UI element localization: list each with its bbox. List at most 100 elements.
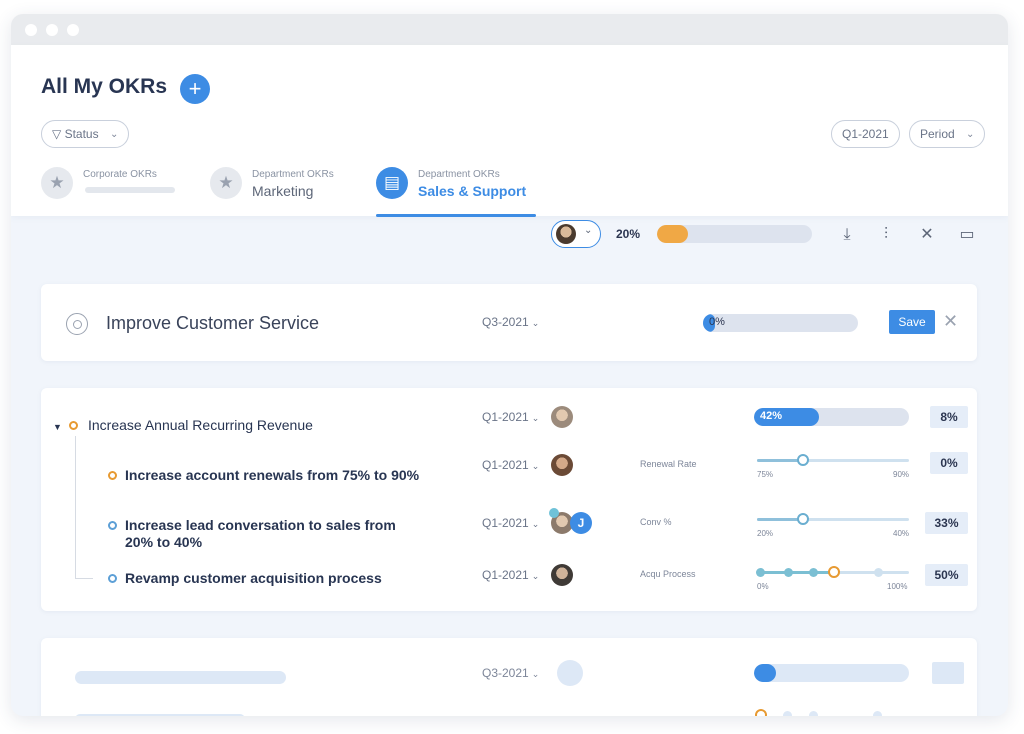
document-icon: ▤ — [376, 167, 408, 199]
avatar — [556, 224, 576, 244]
owner-filter-dropdown[interactable]: ⌄ — [551, 220, 601, 248]
star-icon: ★ — [210, 167, 242, 199]
avatar[interactable] — [551, 406, 573, 428]
comment-icon[interactable]: ▭ — [954, 222, 980, 248]
milestone-dot — [809, 711, 818, 716]
page-title: All My OKRs — [41, 75, 168, 98]
kr-max-label: 90% — [893, 470, 910, 479]
chevron-down-icon: ⌄ — [109, 129, 119, 140]
objective-progress-label: 42% — [760, 410, 783, 422]
kr-slider-track[interactable] — [757, 454, 909, 466]
kr-title-line2[interactable]: 20% to 40% — [125, 534, 202, 551]
chevron-down-icon: ⌄ — [531, 413, 540, 423]
kr-metric-label: Acqu Process — [640, 569, 696, 579]
loading-progress-fill — [754, 664, 776, 682]
milestone-dot[interactable] — [809, 568, 818, 577]
window-dot-maximize[interactable] — [67, 24, 79, 36]
milestone-dot[interactable] — [756, 568, 765, 577]
overall-progress-label: 20% — [616, 227, 641, 241]
overall-progress-fill — [657, 225, 688, 243]
window-titlebar — [11, 14, 1008, 45]
kr-title[interactable]: Increase account renewals from 75% to 90… — [125, 467, 419, 484]
objective-period-dropdown[interactable]: Q3-2021 ⌄ — [482, 315, 539, 329]
kr-min-label: 20% — [757, 529, 774, 538]
window-dot-close[interactable] — [25, 24, 37, 36]
kr-milestone-track — [756, 566, 909, 578]
objective-progress-bar: 0% — [703, 314, 858, 332]
tab-marketing[interactable]: ★ Department OKRs Marketing — [210, 165, 360, 217]
target-icon — [66, 313, 88, 335]
period-dropdown[interactable]: Period ⌄ — [909, 120, 986, 148]
quarter-selector[interactable]: Q1-2021 — [831, 120, 900, 148]
loading-progress-bar — [754, 664, 909, 682]
objective-edit-card: Improve Customer Service Q3-2021 ⌄ 0% Sav… — [41, 284, 977, 361]
status-filter-dropdown[interactable]: ▽ Status ⌄ — [41, 120, 130, 148]
objective-period-dropdown[interactable]: Q1-2021 ⌄ — [482, 410, 539, 424]
kr-badge: 33% — [925, 512, 968, 534]
avatar[interactable]: J — [570, 512, 592, 534]
kr-period-dropdown[interactable]: Q1-2021 ⌄ — [482, 568, 539, 582]
chart-icon[interactable]: ⫶ — [873, 222, 899, 248]
star-icon: ★ — [41, 167, 73, 199]
kr-badge: 0% — [930, 452, 968, 474]
collapse-icon[interactable]: ✕ — [914, 222, 940, 248]
overall-progress-bar — [657, 225, 812, 243]
kr-status-dot — [108, 574, 117, 583]
kr-min-label: 0% — [757, 582, 769, 591]
tab-corporate-okrs[interactable]: ★ Corporate OKRs — [41, 165, 191, 217]
tab-sales-type: Department OKRs — [418, 169, 500, 180]
milestone-current-dot — [755, 709, 767, 716]
avatar[interactable] — [551, 564, 573, 586]
kr-metric-label: Conv % — [640, 517, 672, 527]
kr-slider-knob[interactable] — [797, 513, 809, 525]
tab-corporate-placeholder — [85, 187, 175, 193]
tab-sales-support[interactable]: ▤ Department OKRs Sales & Support — [376, 165, 538, 217]
avatar[interactable] — [551, 454, 573, 476]
objective-title-input[interactable]: Improve Customer Service — [106, 313, 319, 334]
loading-badge — [932, 662, 964, 684]
objective-card: ▼ Increase Annual Recurring Revenue Q1-2… — [41, 388, 977, 611]
tab-corporate-label: Corporate OKRs — [83, 169, 157, 180]
objective-status-dot — [69, 421, 78, 430]
kr-max-label: 40% — [893, 529, 910, 538]
download-icon[interactable]: ⤓ — [834, 222, 860, 248]
kr-slider-track[interactable] — [757, 513, 909, 525]
kr-title[interactable]: Increase lead conversation to sales from — [125, 517, 396, 534]
loading-period-dropdown[interactable]: Q3-2021 ⌄ — [482, 666, 539, 680]
tab-marketing-label: Marketing — [252, 183, 314, 199]
collapse-caret-icon[interactable]: ▼ — [53, 422, 62, 432]
chevron-down-icon: ⌄ — [584, 225, 593, 236]
app-window: All My OKRs + ▽ Status ⌄ Q1-2021 Period … — [11, 14, 1008, 716]
loading-title-placeholder — [75, 714, 245, 716]
save-button[interactable]: Save — [889, 310, 935, 334]
quarter-label: Q1-2021 — [842, 127, 889, 141]
kr-status-dot — [108, 521, 117, 530]
objective-title[interactable]: Increase Annual Recurring Revenue — [88, 417, 313, 434]
tree-connector-end — [75, 578, 93, 579]
kr-min-label: 75% — [757, 470, 774, 479]
avatar-status-indicator — [549, 508, 559, 518]
window-dot-minimize[interactable] — [46, 24, 58, 36]
kr-slider-knob[interactable] — [797, 454, 809, 466]
milestone-dot[interactable] — [874, 568, 883, 577]
kr-period-dropdown[interactable]: Q1-2021 ⌄ — [482, 458, 539, 472]
add-okr-button[interactable]: + — [180, 74, 210, 104]
milestone-current-dot[interactable] — [828, 566, 840, 578]
status-filter-label: Status — [64, 127, 99, 141]
filter-icon: ▽ — [52, 127, 62, 141]
milestone-dot[interactable] — [784, 568, 793, 577]
chevron-down-icon: ⌄ — [531, 461, 540, 471]
loading-title-placeholder — [75, 671, 286, 684]
tree-connector — [75, 436, 76, 578]
kr-title[interactable]: Revamp customer acquisition process — [125, 570, 382, 587]
kr-period-dropdown[interactable]: Q1-2021 ⌄ — [482, 516, 539, 530]
close-icon[interactable]: ✕ — [943, 311, 958, 332]
avatar-placeholder — [557, 660, 583, 686]
kr-milestone-fill — [757, 571, 835, 574]
loading-objective-card: Q3-2021 ⌄ — [41, 638, 977, 716]
chevron-down-icon: ⌄ — [531, 669, 540, 679]
kr-status-dot — [108, 471, 117, 480]
loading-period-label: Q3-2021 — [482, 666, 529, 680]
kr-period-label: Q1-2021 — [482, 516, 529, 530]
tab-sales-label: Sales & Support — [418, 183, 527, 199]
